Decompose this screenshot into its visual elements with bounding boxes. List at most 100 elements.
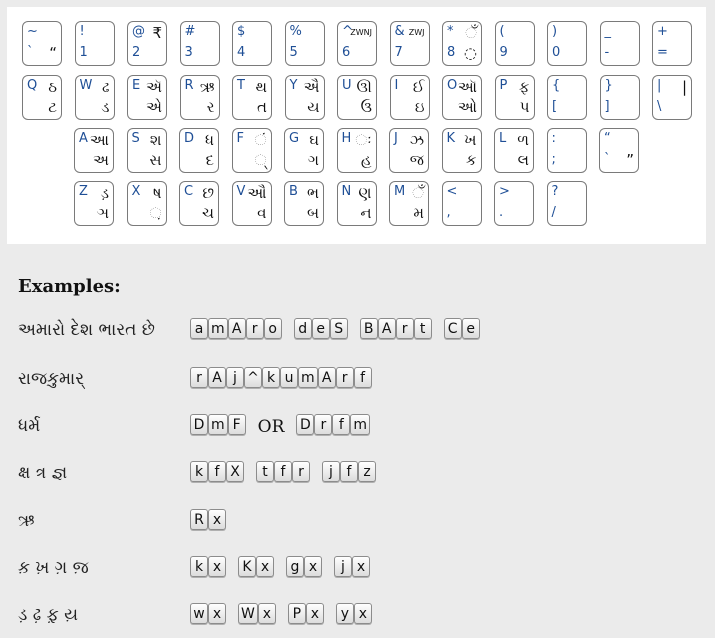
keycap: A [227, 318, 246, 339]
keycap: j [334, 556, 352, 577]
key-gujarati-shift-char: | [681, 78, 687, 96]
keyboard-key-2-2: Dધદ [179, 128, 219, 173]
key-shift-char: * [447, 24, 454, 39]
key-shift-char: B [289, 184, 298, 199]
examples-heading: Examples: [18, 276, 121, 297]
example-keystrokes: Dm F OR Dr f m [190, 414, 382, 438]
key-shift-char: % [289, 24, 302, 39]
key-shift-char: R [184, 78, 194, 93]
key-base-char: 3 [184, 45, 193, 60]
key-gujarati-base-char: લ [517, 151, 529, 169]
key-shift-char: Z [79, 184, 88, 199]
keycap: x [208, 509, 226, 530]
keyboard-key-3-4: Bભબ [284, 181, 324, 226]
key-gujarati-base-char: એ [146, 98, 162, 116]
keycap: C [443, 318, 462, 339]
example-gujarati-word: અમારો દેશ ભારત છે [18, 320, 155, 340]
key-gujarati-shift-char: ઢ [102, 78, 110, 96]
key-gujarati-shift-char: ₹ [152, 24, 162, 42]
keyboard-key-0-12: + = [652, 21, 692, 66]
keyboard-key-3-5: Nણન [336, 181, 377, 226]
keyboard-key-3-9: ? / [546, 181, 587, 226]
key-base-char: 7 [394, 45, 403, 60]
key-gujarati-base-char: ઇ [414, 98, 425, 116]
key-gujarati-base-char: ર [206, 98, 215, 116]
keystroke-group: yx [335, 603, 372, 624]
keycap: f [208, 461, 226, 482]
key-shift-char: T [237, 78, 245, 93]
keyboard-key-1-3: Rઋર [179, 75, 220, 120]
keycap: ^ [244, 367, 262, 388]
example-keystrokes: kxKxgxjx [190, 556, 382, 580]
key-shift-char: ) [552, 24, 558, 39]
key-shift-char: D [184, 131, 195, 146]
keyboard-key-1-6: Uઊઉ [337, 75, 377, 120]
keycap: P [287, 603, 306, 624]
key-gujarati-shift-char: ZWNJ [350, 28, 372, 37]
key-shift-char: “ [604, 131, 611, 146]
key-gujarati-base-char: “ [49, 44, 57, 62]
key-gujarati-base-char: ◌ [463, 44, 477, 62]
keycap: o [263, 318, 282, 339]
key-gujarati-base-char: ગ [308, 151, 319, 169]
key-gujarati-base-char: ઞ [96, 204, 109, 222]
example-gujarati-word: ડ઼ ઢ઼ ફ઼ ય઼ [18, 605, 79, 625]
keyboard-key-2-1: Sશસ [126, 128, 167, 173]
key-base-char: ` [27, 45, 34, 60]
key-gujarati-base-char: મ [413, 204, 424, 222]
keycap: d [293, 318, 312, 339]
keyboard-key-1-11: }] [599, 75, 640, 120]
key-gujarati-shift-char: ZWJ [408, 28, 425, 37]
keycap: y [335, 603, 354, 624]
example-gujarati-word: ક્ષ ત્ર જ્ઞ [18, 463, 68, 483]
keyboard-key-3-2: Cછચ [179, 181, 219, 226]
example-keystrokes: r Aj ^ k u m Ar f [190, 367, 384, 391]
example-gujarati-word: ઋ [18, 511, 35, 531]
keycap: t [256, 461, 274, 482]
key-shift-char: & [394, 24, 405, 39]
key-shift-char: J [394, 131, 398, 146]
keycap: x [208, 556, 226, 577]
example-gujarati-word: ધર્મ [18, 416, 41, 436]
keyboard-key-1-12: | \ | [652, 75, 692, 120]
keyboard-key-1-1: Wઢડ [74, 75, 115, 120]
keystroke-group: wx [190, 603, 226, 624]
keyboard-key-2-3: Fં્ [231, 128, 272, 173]
key-shift-char: < [446, 184, 458, 199]
key-shift-char: U [342, 78, 352, 93]
keyboard-key-1-2: Eઍએ [127, 75, 167, 120]
keycap: e [461, 318, 480, 339]
example-keystrokes: kfXtfrjfz [190, 461, 388, 485]
key-shift-char: S [131, 131, 140, 146]
keycap: r [314, 414, 333, 435]
key-base-char: 2 [132, 45, 141, 60]
keycap: A [377, 318, 396, 339]
key-shift-char: W [79, 78, 93, 93]
key-gujarati-base-char: ત [257, 98, 267, 116]
key-shift-char: Y [289, 78, 298, 93]
key-shift-char: G [289, 131, 300, 146]
example-gujarati-word: ક઼ ખ઼ ગ઼ જ઼ [18, 558, 89, 578]
keystroke-group: tfr [256, 461, 310, 482]
keystroke-group: amAro [190, 318, 282, 339]
keyboard-key-2-4: Gઘગ [284, 128, 324, 173]
keycap: f [332, 414, 351, 435]
keyboard-key-3-7: <, [441, 181, 482, 226]
keycap: f [340, 461, 358, 482]
keycap: K [238, 556, 256, 577]
keyboard-key-0-5: % 5 [284, 21, 325, 66]
keystroke-group: kx [190, 556, 226, 577]
keystroke-group: BArt [359, 318, 432, 339]
key-gujarati-base-char: ડ [101, 98, 110, 116]
key-shift-char: E [132, 78, 141, 93]
key-gujarati-shift-char: ષ [153, 184, 162, 202]
key-shift-char: $ [237, 24, 246, 39]
key-gujarati-shift-char: ડ઼ [100, 184, 109, 202]
key-gujarati-base-char: દ [205, 151, 214, 169]
key-base-char: ] [604, 99, 610, 114]
keycap: f [353, 367, 372, 388]
key-gujarati-shift-char: ં [254, 131, 267, 149]
key-gujarati-base-char: ” [626, 151, 634, 169]
key-gujarati-base-char: સ [149, 151, 162, 169]
key-gujarati-base-char: વ [257, 204, 267, 222]
